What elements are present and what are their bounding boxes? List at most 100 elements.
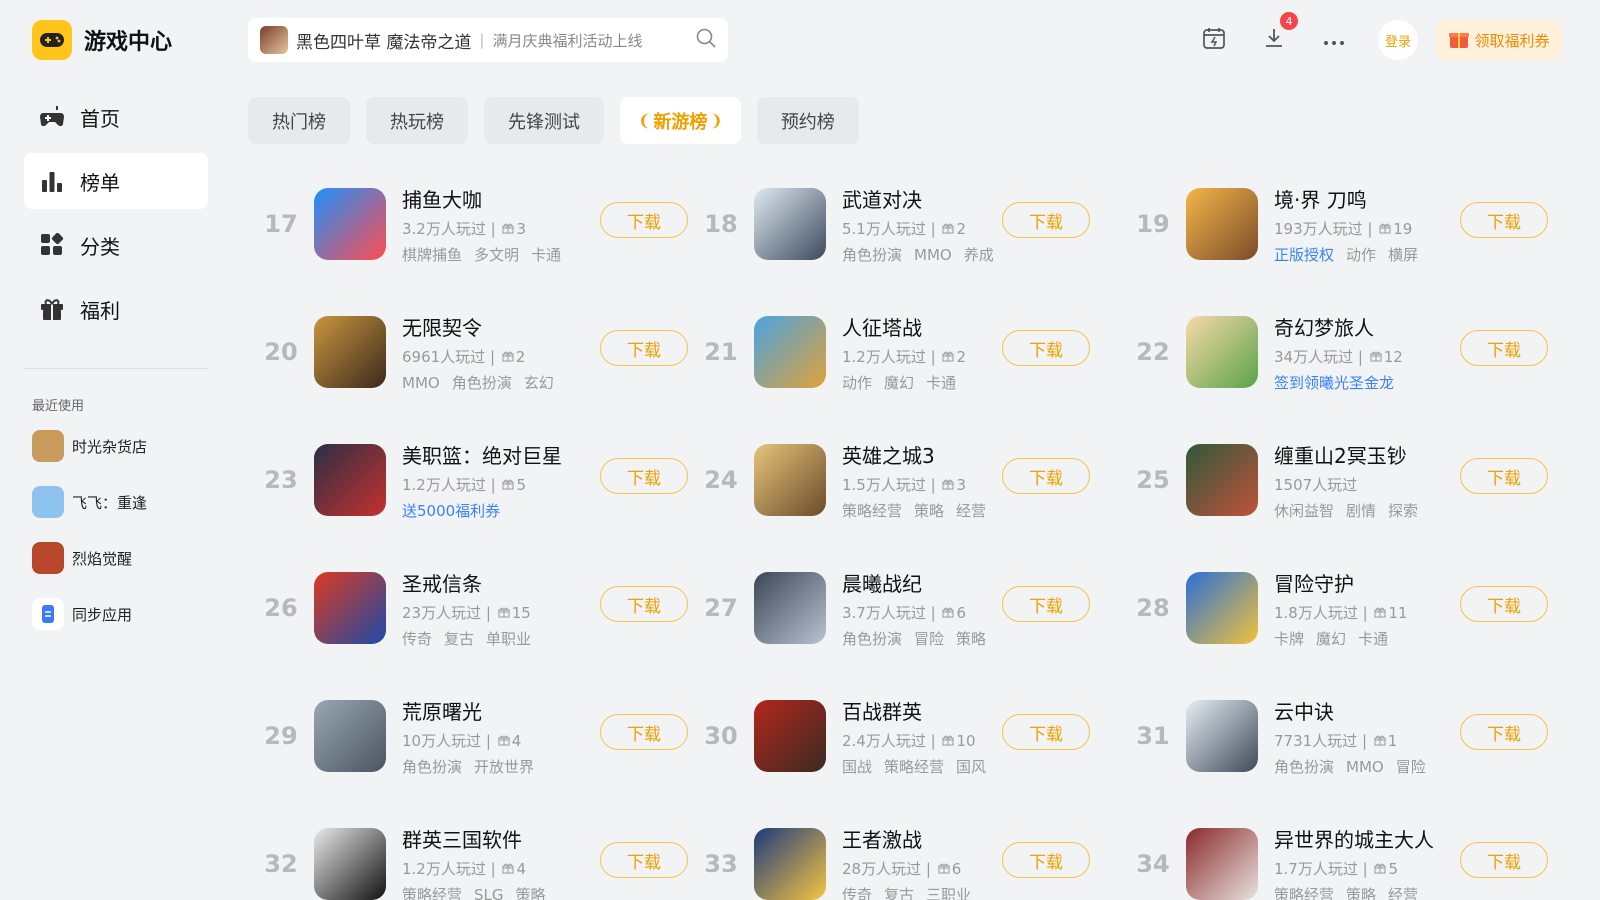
game-name[interactable]: 圣戒信条 xyxy=(402,568,580,597)
game-name[interactable]: 云中诀 xyxy=(1274,696,1452,725)
game-icon[interactable] xyxy=(754,828,826,900)
game-name[interactable]: 异世界的城主大人 xyxy=(1274,824,1452,853)
game-card[interactable]: 30 百战群英 2.4万人玩过 | 10 国战 策略经营 国风 下载 xyxy=(688,690,1120,782)
download-button[interactable]: 下载 xyxy=(1002,202,1090,238)
game-card[interactable]: 28 冒险守护 1.8万人玩过 | 11 卡牌 魔幻 卡通 下载 xyxy=(1120,562,1548,654)
game-name[interactable]: 人征塔战 xyxy=(842,312,1020,341)
tab-pioneer-test[interactable]: 先锋测试 xyxy=(484,97,604,144)
more-button[interactable] xyxy=(1316,22,1352,58)
game-icon[interactable] xyxy=(314,572,386,644)
download-button[interactable]: 下载 xyxy=(1002,714,1090,750)
tab-hot[interactable]: 热门榜 xyxy=(248,97,350,144)
download-button[interactable]: 下载 xyxy=(1002,586,1090,622)
download-button[interactable]: 下载 xyxy=(1002,458,1090,494)
game-icon[interactable] xyxy=(1186,572,1258,644)
game-card[interactable]: 17 捕鱼大咖 3.2万人玩过 | 3 棋牌捕鱼 多文明 卡通 下载 xyxy=(248,178,688,270)
download-button[interactable]: 下载 xyxy=(600,586,688,622)
recent-item[interactable]: 烈焰觉醒 xyxy=(32,542,212,574)
download-button[interactable]: 下载 xyxy=(1460,842,1548,878)
game-name[interactable]: 王者激战 xyxy=(842,824,1020,853)
game-icon[interactable] xyxy=(1186,188,1258,260)
search-bar[interactable]: 黑色四叶草 魔法帝之道 | 满月庆典福利活动上线 xyxy=(248,18,728,62)
game-name[interactable]: 奇幻梦旅人 xyxy=(1274,312,1452,341)
sidebar-item-ranking[interactable]: 榜单 xyxy=(24,153,208,209)
tab-hot-play[interactable]: 热玩榜 xyxy=(366,97,468,144)
game-card[interactable]: 18 武道对决 5.1万人玩过 | 2 角色扮演 MMO 养成 下载 xyxy=(688,178,1120,270)
recent-item[interactable]: 时光杂货店 xyxy=(32,430,212,462)
game-icon[interactable] xyxy=(314,316,386,388)
game-icon[interactable] xyxy=(754,188,826,260)
game-card[interactable]: 33 王者激战 28万人玩过 | 6 传奇 复古 三职业 下载 xyxy=(688,818,1120,900)
download-button[interactable]: 下载 xyxy=(1460,714,1548,750)
download-button[interactable]: 下载 xyxy=(1002,330,1090,366)
game-name[interactable]: 英雄之城3 xyxy=(842,440,1020,469)
game-name[interactable]: 荒原曙光 xyxy=(402,696,580,725)
game-card[interactable]: 25 缠重山2冥玉钞 1507人玩过 休闲益智 剧情 探索 下载 xyxy=(1120,434,1548,526)
game-name[interactable]: 冒险守护 xyxy=(1274,568,1452,597)
download-button[interactable]: 下载 xyxy=(1460,202,1548,238)
game-icon[interactable] xyxy=(1186,828,1258,900)
game-card[interactable]: 19 境·界 刀鸣 193万人玩过 | 19 正版授权 动作 横屏 下载 xyxy=(1120,178,1548,270)
game-name[interactable]: 晨曦战纪 xyxy=(842,568,1020,597)
download-button[interactable]: 下载 xyxy=(600,330,688,366)
coupon-button[interactable]: 领取福利券 xyxy=(1436,20,1562,60)
game-icon[interactable] xyxy=(314,188,386,260)
game-icon[interactable] xyxy=(314,700,386,772)
game-name[interactable]: 境·界 刀鸣 xyxy=(1274,184,1452,213)
game-card[interactable]: 26 圣戒信条 23万人玩过 | 15 传奇 复古 单职业 下载 xyxy=(248,562,688,654)
game-card[interactable]: 31 云中诀 7731人玩过 | 1 角色扮演 MMO 冒险 下载 xyxy=(1120,690,1548,782)
game-name[interactable]: 武道对决 xyxy=(842,184,1020,213)
search-input[interactable]: 黑色四叶草 魔法帝之道 xyxy=(296,28,471,53)
game-name[interactable]: 群英三国软件 xyxy=(402,824,580,853)
download-button[interactable]: 下载 xyxy=(600,842,688,878)
gift-icon xyxy=(498,604,510,622)
download-button[interactable]: 下载 xyxy=(1460,586,1548,622)
game-icon[interactable] xyxy=(754,700,826,772)
game-card[interactable]: 22 奇幻梦旅人 34万人玩过 | 12 签到领曦光圣金龙 下载 xyxy=(1120,306,1548,398)
game-name[interactable]: 缠重山2冥玉钞 xyxy=(1274,440,1452,469)
gift-icon xyxy=(1374,604,1386,622)
game-card[interactable]: 24 英雄之城3 1.5万人玩过 | 3 策略经营 策略 经营 下载 xyxy=(688,434,1120,526)
game-promo[interactable]: 正版授权 xyxy=(1274,244,1334,265)
game-card[interactable]: 21 人征塔战 1.2万人玩过 | 2 动作 魔幻 卡通 下载 xyxy=(688,306,1120,398)
download-button[interactable]: 下载 xyxy=(600,714,688,750)
game-icon[interactable] xyxy=(1186,444,1258,516)
tab-reservation[interactable]: 预约榜 xyxy=(756,97,859,144)
download-button[interactable]: 下载 xyxy=(600,202,688,238)
search-icon[interactable] xyxy=(696,28,716,52)
game-name[interactable]: 无限契令 xyxy=(402,312,580,341)
game-name[interactable]: 美职篮：绝对巨星 xyxy=(402,440,580,469)
game-icon[interactable] xyxy=(1186,316,1258,388)
game-card[interactable]: 29 荒原曙光 10万人玩过 | 4 角色扮演 开放世界 下载 xyxy=(248,690,688,782)
game-card[interactable]: 27 晨曦战纪 3.7万人玩过 | 6 角色扮演 冒险 策略 下载 xyxy=(688,562,1120,654)
sidebar-item-home[interactable]: 首页 xyxy=(24,89,208,145)
game-icon[interactable] xyxy=(314,444,386,516)
sidebar-item-category[interactable]: 分类 xyxy=(24,217,208,273)
game-stats: 3.2万人玩过 | 3 xyxy=(402,218,580,239)
game-icon[interactable] xyxy=(754,572,826,644)
game-card[interactable]: 34 异世界的城主大人 1.7万人玩过 | 5 策略经营 策略 经营 下载 xyxy=(1120,818,1548,900)
sidebar-item-welfare[interactable]: 福利 xyxy=(24,281,208,337)
game-icon[interactable] xyxy=(1186,700,1258,772)
login-button[interactable]: 登录 xyxy=(1378,20,1418,60)
download-manager-button[interactable]: 4 xyxy=(1256,12,1298,58)
download-button[interactable]: 下载 xyxy=(1002,842,1090,878)
game-card[interactable]: 23 美职篮：绝对巨星 1.2万人玩过 | 5 送5000福利券 下载 xyxy=(248,434,688,526)
download-button[interactable]: 下载 xyxy=(600,458,688,494)
game-icon[interactable] xyxy=(754,316,826,388)
game-card[interactable]: 20 无限契令 6961人玩过 | 2 MMO 角色扮演 玄幻 下载 xyxy=(248,306,688,398)
download-button[interactable]: 下载 xyxy=(1460,330,1548,366)
game-icon[interactable] xyxy=(754,444,826,516)
game-promo[interactable]: 送5000福利券 xyxy=(402,500,500,521)
calendar-button[interactable] xyxy=(1196,22,1232,58)
game-name[interactable]: 百战群英 xyxy=(842,696,1020,725)
game-icon[interactable] xyxy=(314,828,386,900)
game-name[interactable]: 捕鱼大咖 xyxy=(402,184,580,213)
tab-new-games[interactable]: ❨ 新游榜 ❩ xyxy=(620,97,741,144)
recent-item[interactable]: 飞飞：重逢 xyxy=(32,486,212,518)
game-card[interactable]: 32 群英三国软件 1.2万人玩过 | 4 策略经营 SLG 策略 下载 xyxy=(248,818,688,900)
game-stats: 1.8万人玩过 | 11 xyxy=(1274,602,1452,623)
game-promo[interactable]: 签到领曦光圣金龙 xyxy=(1274,372,1394,393)
recent-item[interactable]: 同步应用 xyxy=(32,598,212,630)
download-button[interactable]: 下载 xyxy=(1460,458,1548,494)
